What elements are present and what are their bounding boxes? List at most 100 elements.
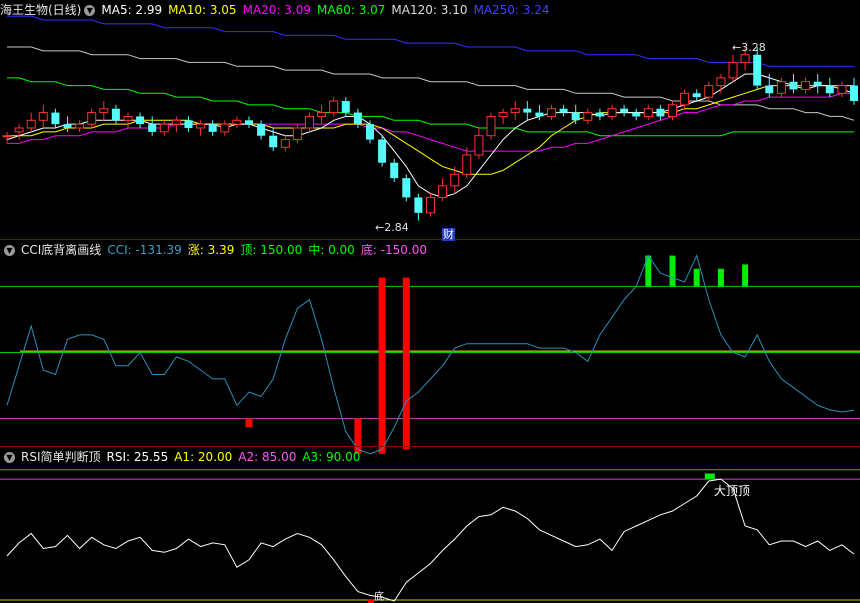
candle-body: [801, 81, 811, 90]
finance-mark[interactable]: 财: [442, 228, 455, 241]
cci-green-bar: [669, 255, 676, 287]
ma-line-ma250: [7, 15, 854, 67]
rsi-title[interactable]: RSI简单判断顶: [21, 450, 101, 464]
cci-title[interactable]: CCI底背离画线: [21, 243, 101, 257]
cci-green-bar: [693, 268, 700, 287]
candle-body: [740, 54, 750, 63]
candle-body: [704, 85, 714, 98]
candle-body: [63, 124, 72, 128]
candle-body: [269, 135, 278, 148]
cci-legend-item-4: 底: -150.00: [360, 243, 427, 257]
chevron-down-icon[interactable]: ▼: [84, 5, 96, 16]
candle-body: [776, 81, 786, 94]
candle-body: [438, 185, 448, 198]
candle-body: [26, 119, 36, 129]
rsi-legend-item-0: RSI: 25.55: [106, 450, 169, 464]
cci-red-bar: [402, 277, 410, 450]
price-title[interactable]: 海王生物(日线): [0, 3, 81, 17]
candle-body: [257, 124, 266, 136]
candle-body: [220, 123, 230, 133]
candle-body: [378, 139, 387, 163]
candle-body: [595, 112, 604, 117]
chevron-down-icon[interactable]: ▼: [4, 245, 15, 256]
candle-body: [305, 115, 314, 129]
chart-canvas: [0, 15, 860, 603]
cci-legend-item-3: 中: 0.00: [308, 243, 355, 257]
ma-line-ma5: [6, 73, 855, 198]
candle-body: [813, 81, 822, 86]
candle-body: [620, 108, 629, 113]
rsi-legend-item-3: A3: 90.00: [302, 450, 361, 464]
candle-body: [390, 162, 399, 179]
high-price-marker: ←3.28: [732, 41, 766, 54]
ma-legend-item-3: MA60: 3.07: [317, 3, 386, 17]
candle-body: [329, 100, 339, 114]
ma-legend-item-0: MA5: 2.99: [101, 3, 163, 17]
candle-body: [462, 154, 472, 175]
cci-green-bar: [717, 268, 724, 287]
candle-body: [753, 54, 762, 86]
candle-body: [51, 112, 60, 125]
candle-body: [99, 108, 109, 114]
cci-legend: CCI: -131.39 涨: 3.39 顶: 150.00 中: 0.00 底: -1…: [107, 243, 433, 257]
rsi-legend-item-2: A2: 85.00: [238, 450, 297, 464]
rsi-legend-item-1: A1: 20.00: [174, 450, 233, 464]
candle-body: [837, 85, 847, 94]
candle-body: [341, 101, 350, 113]
candle-body: [571, 112, 580, 121]
cci-red-bar: [245, 418, 253, 428]
ma-line-ma60: [7, 77, 854, 137]
ma-legend-item-1: MA10: 3.05: [168, 3, 237, 17]
candle-body: [184, 120, 193, 128]
candle-body: [402, 178, 411, 198]
candle-body: [450, 173, 460, 187]
candle-body: [38, 112, 48, 121]
candle-body: [559, 108, 568, 113]
candle-body: [825, 85, 834, 94]
candle-body: [523, 108, 532, 113]
candle-body: [2, 135, 12, 138]
cci-legend-item-2: 顶: 150.00: [240, 243, 303, 257]
candle-body: [280, 139, 290, 148]
rsi-header: ▼ RSI简单判断顶 RSI: 25.55 A1: 20.00 A2: 85.00 A3:…: [0, 448, 372, 466]
ma-legend-item-2: MA20: 3.09: [242, 3, 311, 17]
cci-green-bar: [742, 264, 749, 287]
candle-body: [136, 116, 145, 125]
candle-body: [148, 124, 157, 132]
candle-body: [547, 108, 556, 117]
cci-header: ▼ CCI底背离画线 CCI: -131.39 涨: 3.39 顶: 150.00 中: …: [0, 241, 439, 259]
candle-body: [643, 108, 653, 117]
candle-body: [680, 92, 690, 106]
candle-body: [668, 104, 677, 117]
candle-body: [789, 81, 798, 90]
cci-legend-item-1: 涨: 3.39: [187, 243, 235, 257]
candle-body: [111, 108, 120, 121]
rsi-legend: RSI: 25.55 A1: 20.00 A2: 85.00 A3: 90.00: [107, 450, 367, 464]
candle-body: [535, 112, 544, 117]
cci-line: [6, 254, 855, 455]
rsi-bottom-label: 底: [374, 592, 384, 603]
rsi-big-top: 大顶: [714, 484, 739, 498]
candle-body: [765, 85, 774, 94]
candle-body: [474, 135, 484, 156]
candle-body: [583, 112, 593, 121]
chevron-down-icon[interactable]: ▼: [4, 452, 15, 463]
candle-body: [232, 119, 242, 125]
candle-body: [208, 124, 217, 132]
candle-body: [486, 115, 496, 137]
candle-body: [632, 112, 641, 117]
candle-body: [426, 196, 435, 214]
candle-body: [317, 112, 327, 117]
candle-body: [656, 108, 665, 117]
low-price-label: 2.84: [384, 221, 409, 234]
candle-body: [14, 127, 24, 133]
candle-body: [292, 127, 302, 141]
panel-separator: [0, 446, 860, 447]
candle-body: [716, 77, 726, 87]
candle-body: [366, 124, 374, 140]
kline-terminal: 海王生物(日线) ▼ MA5: 2.99 MA10: 3.05 MA20: 3.09 MA…: [0, 0, 860, 603]
candle-body: [498, 112, 508, 117]
candle-body: [245, 120, 253, 125]
rsi-top-marker: [704, 473, 715, 480]
ma-line-ma10: [7, 85, 854, 175]
